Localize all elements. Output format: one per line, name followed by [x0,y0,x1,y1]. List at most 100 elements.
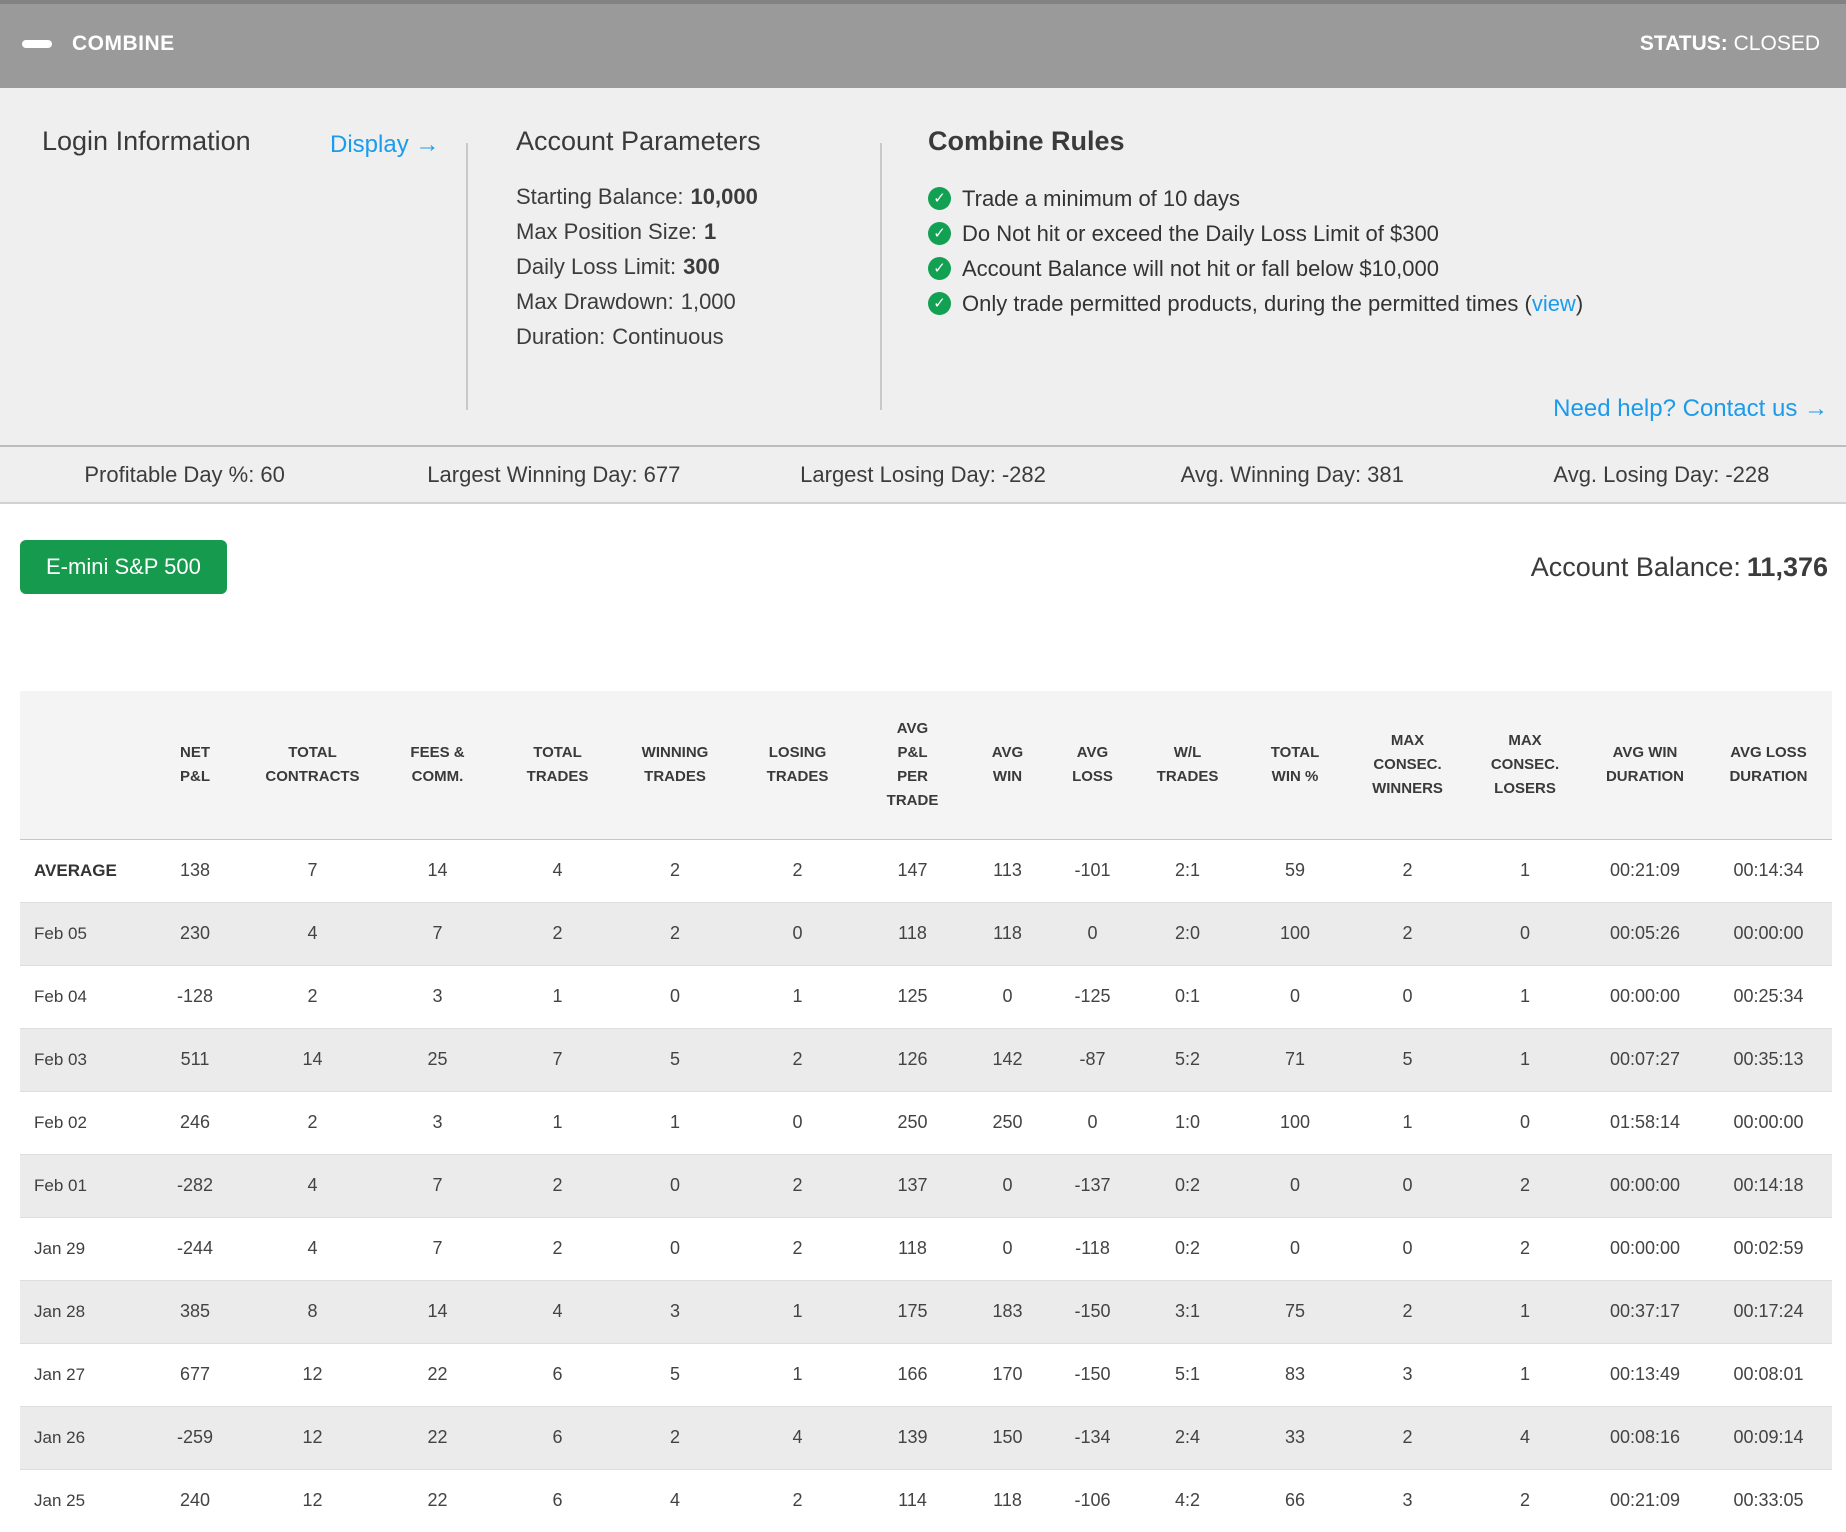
table-cell: 2 [615,1405,735,1469]
table-cell: 2 [500,901,615,965]
login-information-block: Login Information [42,126,251,157]
table-cell: 0 [1465,901,1585,965]
table-cell: 1 [1350,1090,1465,1154]
table-cell: 6 [500,1468,615,1532]
table-cell: 4 [735,1405,860,1469]
table-row: Feb 02 246 2 3 1 1 0 250 250 0 1:0 100 1 0 01:58:14 00:… [20,1090,1832,1154]
table-cell: 0:1 [1135,964,1240,1028]
table-cell: 677 [140,1342,250,1406]
table-cell: 1 [1519,860,1530,880]
table-cell: 0 [1050,1090,1135,1154]
table-cell: 00:05:26 [1585,901,1705,965]
table-cell: 5 [615,1342,735,1406]
table-cell: 1:0 [1135,1090,1240,1154]
stat-label: Avg. Losing Day: [1553,461,1720,487]
table-cell: 0 [965,1153,1050,1217]
table-cell: 4 [250,1216,375,1280]
table-cell: 2:0 [1135,901,1240,965]
row-label: Jan 29 [20,1216,140,1280]
table-cell: 139 [860,1405,965,1469]
parameter-value: 10,000 [690,184,758,209]
table-cell: 147 [897,860,928,880]
rule-text: Only trade permitted products, during th… [962,291,1584,316]
table-row: Jan 28 385 8 14 4 3 1 175 183 -150 3:1 75 2 1 00:37:17… [20,1279,1832,1343]
table-cell: 00:00:00 [1705,1090,1832,1154]
account-parameters-list: Starting Balance: 10,000 Max Position Si… [516,179,761,354]
table-cell: 1 [1465,1342,1585,1406]
table-cell: 1 [1465,1027,1585,1091]
table-cell: 0 [1465,1090,1585,1154]
table-header: NET P&L TOTAL CONTRACTS FEES & COMM. TOTAL … [20,691,1832,840]
table-cell: 1 [1465,964,1585,1028]
parameter-label: Max Drawdown: [516,289,674,314]
table-cell: 3 [1350,1468,1465,1532]
parameter-label: Starting Balance: [516,184,684,209]
table-cell: -128 [140,964,250,1028]
parameter-value: 1 [703,219,717,244]
table-cell: -134 [1050,1405,1135,1469]
table-cell: 5 [615,1027,735,1091]
table-cell: -282 [140,1153,250,1217]
table-row: Feb 01 -282 4 7 2 0 2 137 0 -137 0:2 0 0 2 00:00:00 00:… [20,1153,1832,1217]
table-cell: 33 [1240,1405,1350,1469]
table-cell: 00:00:00 [1585,1153,1705,1217]
table-cell: 142 [965,1027,1050,1091]
table-cell: 0:2 [1135,1153,1240,1217]
table-cell: 0 [1350,1153,1465,1217]
table-cell: 1 [500,964,615,1028]
display-link[interactable]: Display → [330,131,439,159]
table-cell: 0:2 [1135,1216,1240,1280]
table-cell: 138 [179,860,211,880]
view-link[interactable]: view [1532,291,1576,316]
combine-rules-title: Combine Rules [928,126,1125,156]
row-label: Feb 01 [20,1153,140,1217]
table-cell: 2 [735,1468,860,1532]
table-cell: 71 [1240,1027,1350,1091]
table-cell: 2 [1402,860,1413,880]
table-cell: 1 [735,964,860,1028]
combine-rules-list: ✓ Trade a minimum of 10 days ✓ Do Not hi… [928,181,1583,321]
table-cell: 2 [250,964,375,1028]
row-label: AVERAGE [34,860,117,880]
table-cell: 00:25:34 [1705,964,1832,1028]
table-cell: 2 [1350,1405,1465,1469]
row-label: Jan 26 [20,1405,140,1469]
table-cell: 5:2 [1135,1027,1240,1091]
table-cell: 2 [1350,1279,1465,1343]
column-header: WINNING TRADES [615,691,735,840]
table-cell: 00:13:49 [1585,1342,1705,1406]
vertical-divider [466,143,468,410]
table-cell: -259 [140,1405,250,1469]
rule-text: Trade a minimum of 10 days [962,186,1240,211]
table-row: Feb 03 511 14 25 7 5 2 126 142 -87 5:2 71 5 1 00:07:27… [20,1027,1832,1091]
table-cell: 00:37:17 [1585,1279,1705,1343]
table-cell: 4 [250,901,375,965]
table-cell: 8 [250,1279,375,1343]
account-parameters-block: Account Parameters Starting Balance: 10,… [516,126,761,354]
table-cell: 118 [965,1468,1050,1532]
table-cell: 0 [735,1090,860,1154]
table-cell: 7 [375,1153,500,1217]
table-cell: 230 [140,901,250,965]
column-header: AVG LOSS DURATION [1705,691,1832,840]
table-cell: 4 [615,1468,735,1532]
stat-label: Profitable Day %: [84,461,255,487]
collapse-button[interactable] [22,29,56,59]
column-header: MAX CONSEC. LOSERS [1465,691,1585,840]
table-cell: 3 [375,1090,500,1154]
stat-label: Largest Losing Day: [800,461,996,487]
contact-us-link[interactable]: Need help? Contact us → [1553,395,1828,423]
table-cell: 240 [140,1468,250,1532]
table-cell: 3 [375,964,500,1028]
table-row: Jan 26 -259 12 22 6 2 4 139 150 -134 2:4 33 2 4 00:08:… [20,1405,1832,1469]
product-button[interactable]: E-mini S&P 500 [20,540,227,594]
table-cell: 118 [860,901,965,965]
rule-text: Account Balance will not hit or fall bel… [962,256,1439,281]
table-cell: 2 [500,1216,615,1280]
table-cell: 00:09:14 [1705,1405,1832,1469]
table-cell: 7 [307,860,318,880]
column-header: W/L TRADES [1135,691,1240,840]
column-header: AVG LOSS [1050,691,1135,840]
status-value: CLOSED [1733,32,1820,55]
check-icon: ✓ [928,257,951,280]
